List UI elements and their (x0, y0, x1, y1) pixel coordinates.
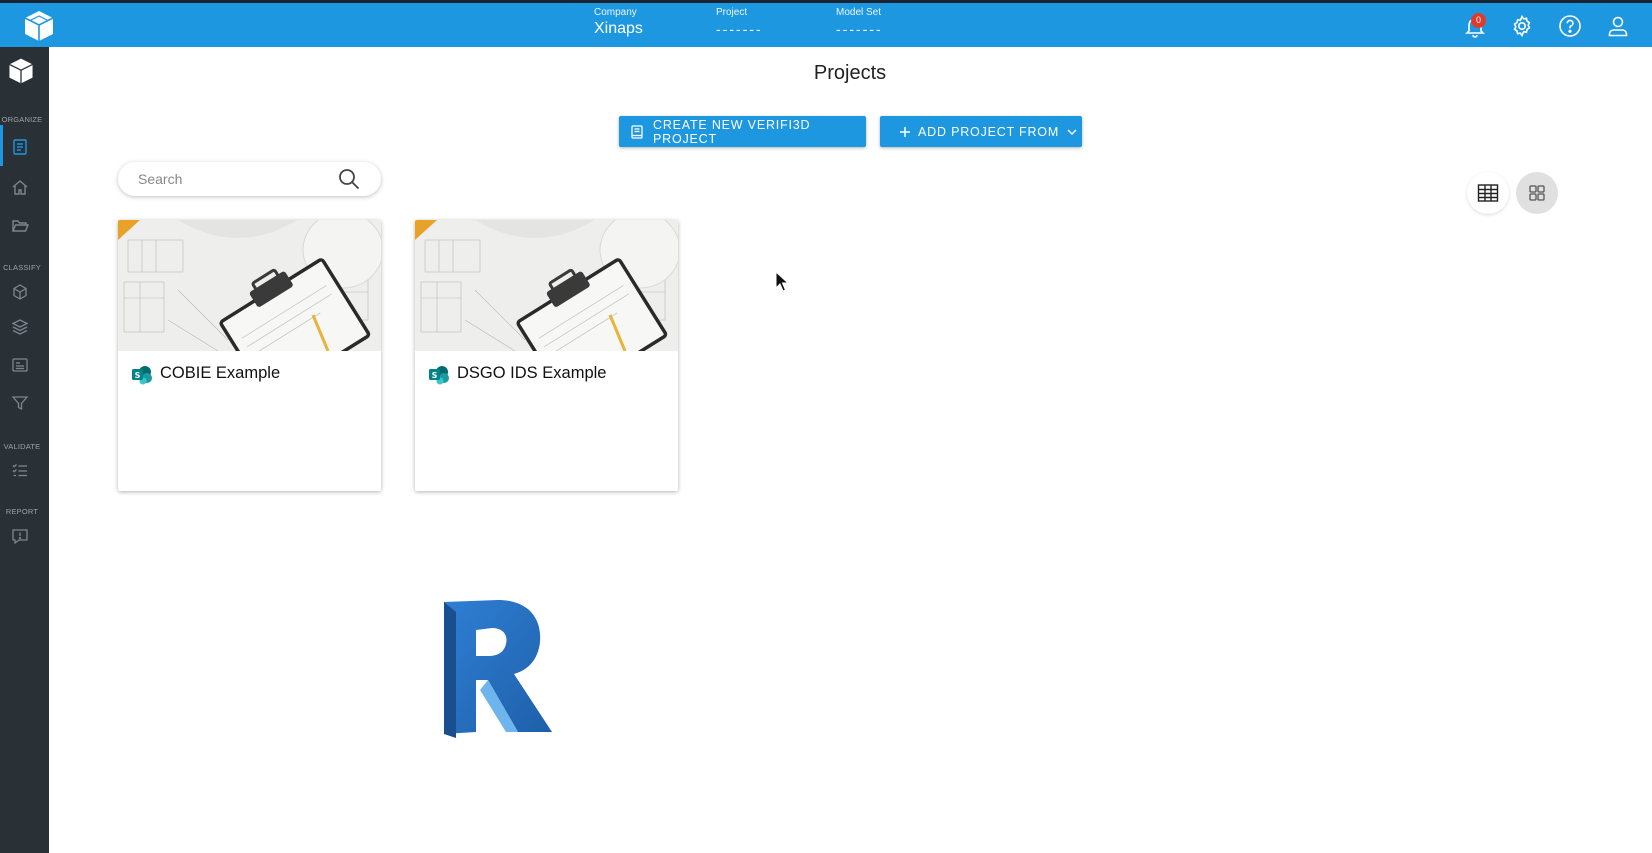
search-box (118, 162, 381, 196)
revit-logo-icon (444, 600, 552, 738)
table-icon (1477, 184, 1499, 202)
company-value: Xinaps (594, 20, 643, 37)
projects-icon[interactable] (11, 138, 29, 156)
search-icon[interactable] (337, 167, 361, 191)
cube-icon[interactable] (11, 283, 29, 301)
project-name: COBIE Example (160, 364, 281, 382)
user-icon[interactable] (1606, 14, 1630, 38)
create-project-label: CREATE NEW VERIFI3D PROJECT (653, 117, 811, 146)
project-name: DSGO IDS Example (457, 364, 607, 382)
model-set-value: ------- (836, 21, 883, 37)
model-set-label: Model Set (836, 7, 882, 18)
page-title: Projects (813, 62, 887, 84)
notification-badge: 0 (1471, 13, 1486, 28)
mouse-cursor-icon (775, 271, 789, 292)
project-thumbnail (118, 220, 381, 351)
svg-text:S: S (135, 371, 141, 380)
home-icon[interactable] (11, 178, 29, 196)
checklist-icon[interactable] (11, 461, 29, 479)
model-set-selector[interactable]: Model Set ------- (836, 7, 883, 37)
search-input[interactable] (138, 170, 328, 188)
project-label: Project (716, 7, 748, 18)
chevron-down-icon (1067, 128, 1077, 135)
active-indicator (0, 125, 3, 166)
project-selector[interactable]: Project ------- (716, 7, 763, 37)
section-organize: ORGANIZE (1, 115, 43, 124)
card-list-icon[interactable] (11, 356, 29, 374)
filter-icon[interactable] (11, 394, 29, 412)
company-label: Company (594, 7, 637, 18)
section-classify: CLASSIFY (3, 263, 41, 272)
app-logo-icon[interactable] (22, 9, 56, 43)
layers-icon[interactable] (11, 318, 29, 336)
sharepoint-icon: S (132, 366, 152, 385)
gear-icon[interactable] (1510, 14, 1534, 38)
grid-view-button[interactable] (1516, 172, 1558, 214)
project-value: ------- (716, 21, 763, 37)
sharepoint-icon: S (429, 366, 449, 385)
top-bar: Company Xinaps Project ------- Model Set… (0, 0, 1652, 47)
table-view-button[interactable] (1467, 172, 1509, 214)
project-thumbnail (415, 220, 678, 351)
svg-text:S: S (432, 371, 438, 380)
add-project-from-label: ADD PROJECT FROM (918, 124, 1060, 139)
project-card[interactable]: S COBIE Example (118, 220, 381, 491)
section-report: REPORT (5, 507, 39, 516)
create-project-button[interactable]: CREATE NEW VERIFI3D PROJECT (619, 116, 866, 147)
sidebar: ORGANIZE CLASSIFY VALIDATE REPORT (0, 47, 49, 853)
add-project-from-button[interactable]: ADD PROJECT FROM (880, 116, 1082, 147)
book-icon (631, 124, 643, 139)
company-selector[interactable]: Company Xinaps (594, 7, 643, 38)
report-icon[interactable] (11, 527, 29, 545)
grid-icon (1529, 185, 1545, 201)
plus-icon (900, 126, 910, 137)
folder-open-icon[interactable] (11, 217, 29, 235)
help-icon[interactable] (1558, 14, 1582, 38)
section-validate: VALIDATE (3, 442, 41, 451)
project-card[interactable]: S DSGO IDS Example (415, 220, 678, 491)
